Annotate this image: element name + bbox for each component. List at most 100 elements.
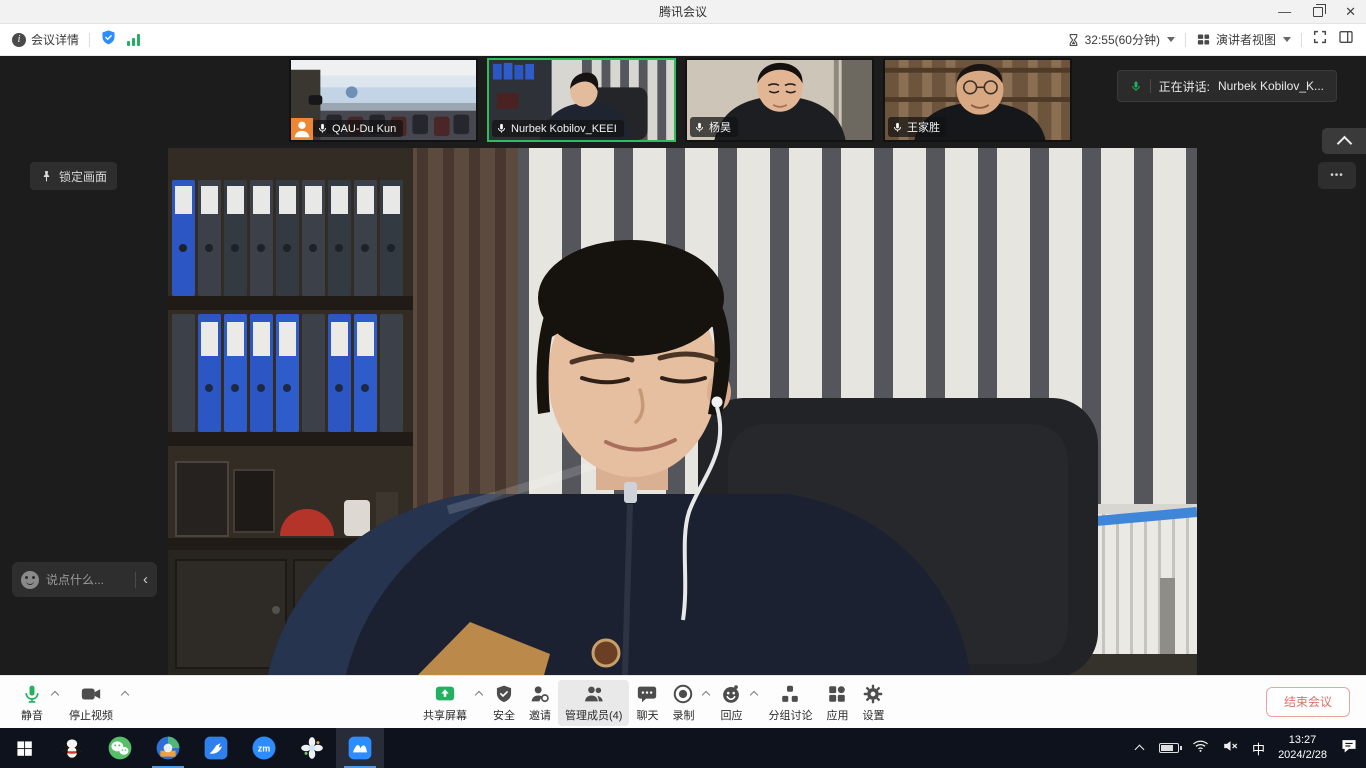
meeting-info-bar: i 会议详情 32:55(60分钟) 演讲者视图 [0, 24, 1366, 56]
restore-icon[interactable] [1313, 7, 1323, 17]
speaking-name: Nurbek Kobilov_K... [1218, 79, 1324, 93]
settings-label: 设置 [862, 707, 884, 723]
divider [1185, 33, 1186, 47]
mic-icon [317, 122, 328, 135]
thumbnail-nurbek-kobilov[interactable]: Nurbek Kobilov_KEEI [487, 58, 676, 142]
taskbar-browser-icon[interactable] [144, 728, 192, 768]
ime-indicator[interactable]: 中 [1252, 739, 1265, 758]
speaking-label: 正在讲话: [1159, 78, 1210, 95]
participant-name-pill: 杨昊 [690, 117, 738, 137]
layout-grid-icon [1196, 32, 1211, 47]
apps-label: 应用 [826, 707, 848, 723]
smiley-icon [720, 683, 742, 705]
shield-icon [494, 683, 514, 705]
taskbar-flower-app-icon[interactable] [288, 728, 336, 768]
chevron-down-icon [1167, 37, 1175, 42]
tray-expand-chevron[interactable] [1134, 743, 1146, 753]
chat-quick-input[interactable]: 说点什么... ‹ [12, 562, 157, 597]
invite-label: 邀请 [529, 707, 551, 723]
thumbnail-yang-hao[interactable]: 杨昊 [685, 58, 874, 142]
mic-icon [694, 121, 705, 134]
manage-members-button[interactable]: 管理成员(4) [558, 680, 629, 726]
window-controls: — ✕ [1274, 0, 1360, 24]
mic-icon [22, 683, 42, 705]
record-label: 录制 [672, 707, 694, 723]
collapse-thumbnails-button[interactable] [1322, 128, 1366, 154]
record-button[interactable]: 录制 [665, 680, 701, 726]
taskbar-tray: 中 13:27 2024/2/28 [1134, 728, 1358, 768]
more-options-button[interactable]: ••• [1318, 162, 1356, 189]
invite-button[interactable]: 邀请 [522, 680, 558, 726]
record-options-chevron[interactable] [701, 689, 711, 699]
manage-members-label: 管理成员(4) [565, 707, 622, 723]
participant-name-pill: 王家胜 [888, 117, 947, 137]
security-shield-icon[interactable] [100, 29, 117, 51]
taskbar-clock[interactable]: 13:27 2024/2/28 [1278, 733, 1327, 763]
minimize-icon[interactable]: — [1274, 0, 1295, 24]
chat-bubble-icon [636, 683, 658, 705]
toolbar-left-group: 静音 停止视频 [14, 680, 132, 726]
svg-text:zm: zm [258, 744, 271, 754]
apps-button[interactable]: 应用 [819, 680, 855, 726]
chevron-up-icon [1336, 136, 1352, 146]
stop-video-button[interactable]: 停止视频 [62, 680, 120, 726]
pin-label: 锁定画面 [59, 168, 107, 185]
security-button[interactable]: 安全 [486, 680, 522, 726]
end-meeting-button[interactable]: 结束会议 [1266, 687, 1350, 717]
meeting-timer: 32:55(60分钟) [1085, 31, 1160, 48]
video-options-chevron[interactable] [120, 689, 130, 699]
reactions-options-chevron[interactable] [749, 689, 759, 699]
share-options-chevron[interactable] [474, 689, 484, 699]
thumbnail-wang-jiasheng[interactable]: 王家胜 [883, 58, 1072, 142]
video-stage: QAU-Du Kun [0, 56, 1366, 675]
settings-button[interactable]: 设置 [855, 680, 891, 726]
emoji-icon[interactable] [21, 571, 39, 589]
collapse-chat-icon[interactable]: ‹ [143, 572, 148, 587]
tencent-meeting-window: 腾讯会议 — ✕ i 会议详情 32:55(60分钟) [0, 0, 1366, 768]
members-icon [582, 683, 606, 705]
participant-thumbnails: QAU-Du Kun [289, 58, 1072, 142]
main-speaker-video [168, 148, 1197, 675]
wifi-icon[interactable] [1192, 739, 1209, 758]
share-screen-icon [433, 683, 457, 705]
mic-options-chevron[interactable] [50, 689, 60, 699]
window-titlebar: 腾讯会议 — ✕ [0, 0, 1366, 24]
network-signal-icon[interactable] [127, 34, 140, 46]
pin-view-button[interactable]: 锁定画面 [30, 162, 117, 190]
side-panel-icon[interactable] [1338, 29, 1354, 50]
notification-center-icon[interactable] [1340, 738, 1358, 759]
main-video-scene [168, 148, 1197, 675]
reactions-button[interactable]: 回应 [713, 680, 749, 726]
mic-icon [892, 121, 903, 134]
mute-button[interactable]: 静音 [14, 680, 50, 726]
breakout-rooms-button[interactable]: 分组讨论 [761, 680, 819, 726]
thumbnail-qau-du-kun[interactable]: QAU-Du Kun [289, 58, 478, 142]
participant-name: 王家胜 [907, 119, 940, 135]
battery-icon[interactable] [1159, 743, 1179, 753]
start-button[interactable] [0, 728, 48, 768]
participant-role-badge [291, 118, 313, 140]
close-icon[interactable]: ✕ [1341, 0, 1360, 24]
divider [135, 572, 136, 588]
view-mode-label: 演讲者视图 [1216, 31, 1276, 48]
taskbar-wechat-icon[interactable] [96, 728, 144, 768]
taskbar-zoom-icon[interactable]: zm [240, 728, 288, 768]
mute-label: 静音 [21, 707, 43, 723]
taskbar-tim-icon[interactable] [192, 728, 240, 768]
fullscreen-icon[interactable] [1312, 29, 1328, 50]
speaker-muted-icon[interactable] [1222, 739, 1239, 758]
person-icon [291, 118, 313, 140]
meeting-timer-dropdown[interactable]: 32:55(60分钟) [1067, 31, 1175, 48]
participant-name-pill: Nurbek Kobilov_KEEI [492, 120, 624, 137]
taskbar-qq-icon[interactable] [48, 728, 96, 768]
divider [1150, 79, 1151, 93]
chat-button[interactable]: 聊天 [629, 680, 665, 726]
meeting-details-button[interactable]: i 会议详情 [12, 31, 79, 48]
camera-icon [79, 683, 103, 705]
divider [89, 33, 90, 47]
taskbar-time: 13:27 [1289, 733, 1317, 748]
taskbar-tencent-meeting-icon[interactable] [336, 728, 384, 768]
mic-icon [1130, 79, 1142, 94]
view-mode-dropdown[interactable]: 演讲者视图 [1196, 31, 1291, 48]
share-screen-button[interactable]: 共享屏幕 [416, 680, 474, 726]
